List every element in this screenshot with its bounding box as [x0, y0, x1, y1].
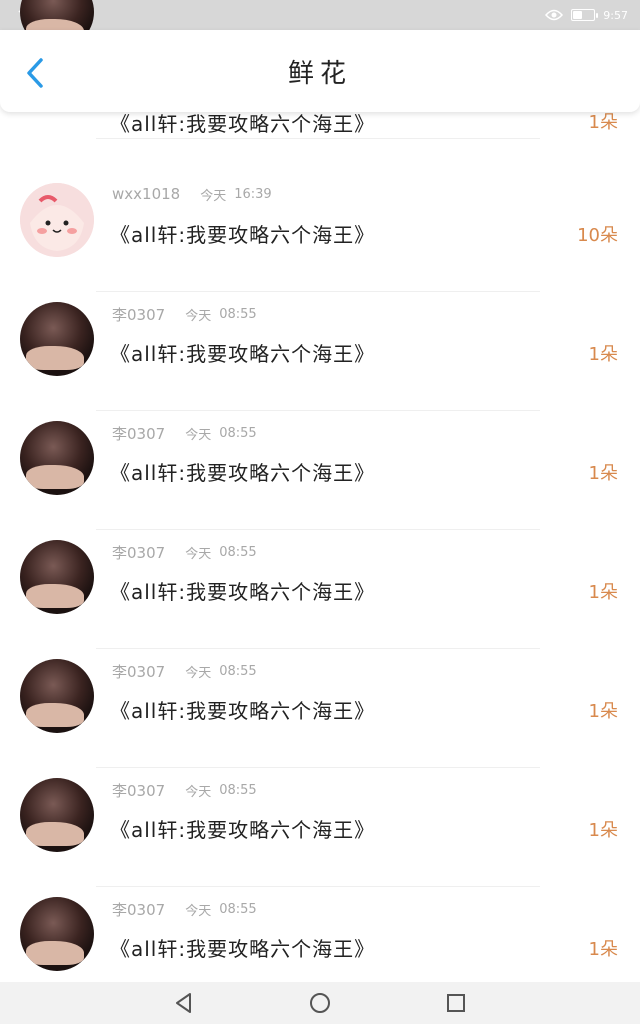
book-title[interactable]: 《all轩:我要攻略六个海王》: [110, 219, 375, 248]
timestamp-time: 08:55: [219, 902, 257, 917]
timestamp-day: 今天: [185, 904, 212, 919]
list-item[interactable]: wxx1018 今天 16:39 《all轩:我要攻略六个海王》 10朵: [0, 173, 640, 292]
timestamp-time: 08:55: [219, 783, 257, 798]
flower-count: 1朵: [588, 344, 618, 365]
item-meta: 李0307 今天 08:55: [112, 780, 257, 801]
page-title: 鲜花: [287, 58, 352, 89]
username: 李0307: [112, 901, 166, 919]
list-item[interactable]: 李0307 今天 08:55 《all轩:我要攻略六个海王》 1朵: [0, 530, 640, 649]
book-title[interactable]: 《all轩:我要攻略六个海王》: [110, 814, 375, 843]
flower-count: 1朵: [588, 939, 618, 960]
avatar[interactable]: [20, 421, 94, 495]
back-button[interactable]: [20, 58, 50, 88]
book-title[interactable]: 《all轩:我要攻略六个海王》: [110, 338, 375, 367]
timestamp: 今天 08:55: [185, 304, 256, 325]
timestamp-time: 16:39: [234, 187, 272, 202]
circle-home-icon: [310, 993, 330, 1013]
book-title[interactable]: 《all轩:我要攻略六个海王》: [110, 108, 375, 137]
timestamp-day: 今天: [185, 428, 212, 443]
username: 李0307: [112, 782, 166, 800]
timestamp-time: 08:55: [219, 307, 257, 322]
username: 李0307: [112, 544, 166, 562]
timestamp: 今天 08:55: [185, 423, 256, 444]
cartoon-face-icon: [20, 183, 94, 257]
timestamp-day: 今天: [185, 666, 212, 681]
timestamp: 今天 08:55: [185, 661, 256, 682]
navigation-bar: [0, 982, 640, 1024]
timestamp-day: 今天: [185, 785, 212, 800]
item-meta: 李0307 今天 08:55: [112, 542, 257, 563]
avatar[interactable]: [20, 302, 94, 376]
timestamp: 今天 08:55: [185, 899, 256, 920]
username: wxx1018: [112, 185, 181, 203]
flower-count: 1朵: [588, 463, 618, 484]
timestamp: 今天 08:55: [185, 542, 256, 563]
book-title[interactable]: 《all轩:我要攻略六个海王》: [110, 576, 375, 605]
item-meta: 李0307 今天 08:55: [112, 899, 257, 920]
list-item[interactable]: 李0307 今天 08:55 《all轩:我要攻略六个海王》 1朵: [0, 887, 640, 982]
username: 李0307: [112, 425, 166, 443]
username: 李0307: [112, 663, 166, 681]
item-meta: 李0307 今天 08:55: [112, 423, 257, 444]
timestamp-day: 今天: [200, 189, 227, 204]
nav-back-button[interactable]: [166, 985, 202, 1021]
avatar[interactable]: [20, 659, 94, 733]
square-recents-icon: [447, 994, 465, 1012]
book-title[interactable]: 《all轩:我要攻略六个海王》: [110, 933, 375, 962]
list-item[interactable]: 李0307 今天 08:55 《all轩:我要攻略六个海王》 1朵: [0, 292, 640, 411]
avatar[interactable]: [20, 778, 94, 852]
header: 鲜花: [0, 30, 640, 112]
list-item[interactable]: 李0307 今天 08:55 《all轩:我要攻略六个海王》 1朵: [0, 411, 640, 530]
username: 李0307: [112, 306, 166, 324]
avatar[interactable]: [20, 540, 94, 614]
flower-count: 1朵: [588, 820, 618, 841]
book-title[interactable]: 《all轩:我要攻略六个海王》: [110, 457, 375, 486]
list-item[interactable]: 李0307 今天 08:55 《all轩:我要攻略六个海王》 1朵: [0, 649, 640, 768]
book-title[interactable]: 《all轩:我要攻略六个海王》: [110, 695, 375, 724]
timestamp-time: 08:55: [219, 664, 257, 679]
timestamp: 今天 08:55: [185, 780, 256, 801]
nav-recents-button[interactable]: [438, 985, 474, 1021]
list-item[interactable]: 李0307 今天 08:55 《all轩:我要攻略六个海王》 1朵: [0, 768, 640, 887]
timestamp-day: 今天: [185, 547, 212, 562]
item-meta: 李0307 今天 08:55: [112, 304, 257, 325]
nav-home-button[interactable]: [302, 985, 338, 1021]
row-divider: [96, 138, 540, 139]
flower-count: 1朵: [588, 582, 618, 603]
timestamp-day: 今天: [185, 309, 212, 324]
item-meta: 李0307 今天 08:55: [112, 661, 257, 682]
timestamp-time: 08:55: [219, 545, 257, 560]
triangle-back-icon: [176, 993, 191, 1013]
flower-list: 《all轩:我要攻略六个海王》 1朵 wxx1018 今天 16:39 《all轩:我要攻…: [0, 0, 640, 982]
flower-count: 10朵: [577, 225, 618, 246]
timestamp-time: 08:55: [219, 426, 257, 441]
item-meta: wxx1018 今天 16:39: [112, 185, 272, 204]
flower-count: 1朵: [588, 701, 618, 722]
timestamp: 今天 16:39: [200, 185, 271, 204]
avatar[interactable]: [20, 897, 94, 971]
avatar[interactable]: [20, 183, 94, 257]
chevron-left-icon: [27, 58, 43, 88]
